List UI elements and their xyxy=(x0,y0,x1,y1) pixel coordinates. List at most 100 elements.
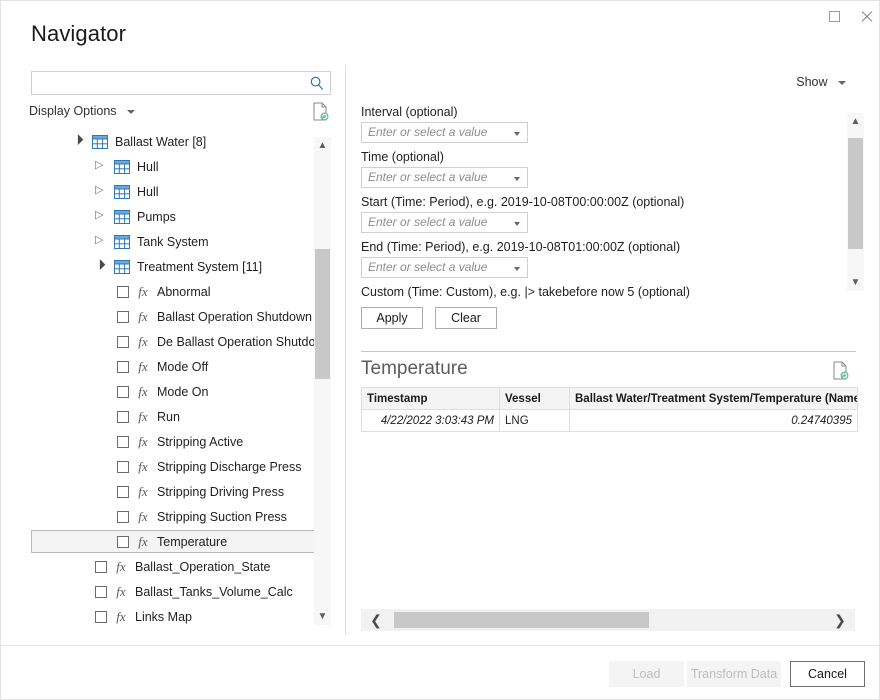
checkbox[interactable] xyxy=(117,361,129,373)
tree-item-treatment-system-11[interactable]: Treatment System [11] xyxy=(31,254,331,279)
tree-item-temperature[interactable]: fxTemperature xyxy=(31,530,331,553)
parameter-combobox-1[interactable]: Enter or select a value xyxy=(361,167,528,188)
scroll-up-icon[interactable]: ▲ xyxy=(314,137,331,154)
preview-hscrollbar[interactable]: ❮ ❯ xyxy=(361,609,855,631)
close-icon xyxy=(860,10,873,23)
search-icon[interactable] xyxy=(308,75,326,92)
refresh-document-icon[interactable] xyxy=(832,361,849,380)
chevron-right-icon[interactable] xyxy=(95,235,108,248)
chevron-down-icon[interactable] xyxy=(514,222,520,226)
tree-item-hull[interactable]: Hull xyxy=(31,179,331,204)
clear-button[interactable]: Clear xyxy=(435,307,497,329)
maximize-button[interactable] xyxy=(819,3,849,29)
tree-item-mode-on[interactable]: fxMode On xyxy=(31,379,331,404)
search-box[interactable] xyxy=(31,71,331,95)
scroll-down-icon[interactable]: ▼ xyxy=(847,274,864,291)
transform-data-button[interactable]: Transform Data xyxy=(687,661,781,687)
column-header-1[interactable]: Vessel xyxy=(500,388,570,410)
page-title: Navigator xyxy=(31,21,126,47)
checkbox[interactable] xyxy=(117,511,129,523)
preview-table: TimestampVesselBallast Water/Treatment S… xyxy=(361,387,858,432)
close-button[interactable] xyxy=(851,3,880,29)
parameters-scrollbar-thumb[interactable] xyxy=(848,138,863,249)
search-input[interactable] xyxy=(32,72,304,94)
tree-item-label: Ballast Water [8] xyxy=(115,135,206,149)
checkbox[interactable] xyxy=(95,611,107,623)
object-tree[interactable]: Ballast Water [8]HullHullPumpsTank Syste… xyxy=(31,129,331,629)
chevron-down-icon[interactable] xyxy=(514,267,520,271)
table-icon xyxy=(114,260,130,274)
tree-item-pumps[interactable]: Pumps xyxy=(31,204,331,229)
checkbox[interactable] xyxy=(117,336,129,348)
tree-item-ballast-operation-state[interactable]: fxBallast_Operation_State xyxy=(31,554,331,579)
cancel-button[interactable]: Cancel xyxy=(790,661,865,687)
tree-item-ballast-water-8[interactable]: Ballast Water [8] xyxy=(31,129,331,154)
display-options-menu[interactable]: Display Options xyxy=(29,104,135,118)
function-icon: fx xyxy=(136,484,150,500)
chevron-right-icon[interactable] xyxy=(95,210,108,223)
chevron-down-icon[interactable] xyxy=(514,177,520,181)
chevron-right-icon[interactable] xyxy=(95,185,108,198)
parameters-scrollbar[interactable]: ▲ ▼ xyxy=(847,113,864,291)
title-bar xyxy=(1,1,880,31)
parameter-combobox-3[interactable]: Enter or select a value xyxy=(361,257,528,278)
chevron-down-icon[interactable] xyxy=(73,135,86,148)
parameters-form: Interval (optional)Enter or select a val… xyxy=(361,105,831,329)
checkbox[interactable] xyxy=(95,561,107,573)
table-icon xyxy=(114,160,130,174)
column-header-0[interactable]: Timestamp xyxy=(362,388,500,410)
tree-item-stripping-driving-press[interactable]: fxStripping Driving Press xyxy=(31,479,331,504)
tree-item-links-map[interactable]: fxLinks Map xyxy=(31,604,331,629)
checkbox[interactable] xyxy=(117,486,129,498)
parameter-combobox-2[interactable]: Enter or select a value xyxy=(361,212,528,233)
checkbox[interactable] xyxy=(117,436,129,448)
parameter-label-4: Custom (Time: Custom), e.g. |> takebefor… xyxy=(361,285,831,299)
tree-item-stripping-suction-press[interactable]: fx Stripping Suction Press xyxy=(31,504,331,529)
preview-hscrollbar-thumb[interactable] xyxy=(394,612,649,628)
tree-item-stripping-active[interactable]: fxStripping Active xyxy=(31,429,331,454)
checkbox[interactable] xyxy=(95,586,107,598)
scroll-up-icon[interactable]: ▲ xyxy=(847,113,864,130)
load-button[interactable]: Load xyxy=(609,661,684,687)
navigator-dialog: Navigator Display Options Ballast Water … xyxy=(0,0,880,700)
tree-item-abnormal[interactable]: fxAbnormal xyxy=(31,279,331,304)
parameter-label-2: Start (Time: Period), e.g. 2019-10-08T00… xyxy=(361,195,831,209)
table-row[interactable]: 4/22/2022 3:03:43 PMLNG0.24740395 xyxy=(362,410,858,432)
function-icon: fx xyxy=(114,584,128,600)
show-menu[interactable]: Show xyxy=(796,75,846,89)
form-buttons: Apply Clear xyxy=(361,307,831,329)
tree-item-ballast-tanks-volume-calc[interactable]: fx Ballast_Tanks_Volume_Calc xyxy=(31,579,331,604)
chevron-down-icon[interactable] xyxy=(95,260,108,273)
tree-item-label: Ballast_Tanks_Volume_Calc xyxy=(135,585,293,599)
checkbox[interactable] xyxy=(117,386,129,398)
table-icon xyxy=(114,235,130,249)
scroll-down-icon[interactable]: ▼ xyxy=(314,608,331,625)
checkbox[interactable] xyxy=(117,411,129,423)
refresh-document-icon[interactable] xyxy=(312,102,329,121)
checkbox[interactable] xyxy=(117,286,129,298)
tree-scrollbar-thumb[interactable] xyxy=(315,249,330,379)
tree-item-hull[interactable]: Hull xyxy=(31,154,331,179)
tree-item-label: Tank System xyxy=(137,235,209,249)
chevron-right-icon[interactable] xyxy=(95,160,108,173)
apply-button[interactable]: Apply xyxy=(361,307,423,329)
column-header-2[interactable]: Ballast Water/Treatment System/Temperatu… xyxy=(570,388,858,410)
tree-item-label: Stripping Suction Press xyxy=(157,510,287,524)
tree-item-tank-system[interactable]: Tank System xyxy=(31,229,331,254)
chevron-left-icon[interactable]: ❮ xyxy=(365,609,387,631)
tree-item-mode-off[interactable]: fxMode Off xyxy=(31,354,331,379)
chevron-right-icon[interactable]: ❯ xyxy=(829,609,851,631)
table-header-row: TimestampVesselBallast Water/Treatment S… xyxy=(362,388,858,410)
tree-scrollbar[interactable]: ▲ ▼ xyxy=(314,137,331,625)
chevron-down-icon[interactable] xyxy=(514,132,520,136)
function-icon: fx xyxy=(136,509,150,525)
tree-item-de-ballast-operation-shutdown[interactable]: fxDe Ballast Operation Shutdown xyxy=(31,329,331,354)
checkbox[interactable] xyxy=(117,311,129,323)
parameter-combobox-0[interactable]: Enter or select a value xyxy=(361,122,528,143)
tree-item-stripping-discharge-press[interactable]: fxStripping Discharge Press xyxy=(31,454,331,479)
checkbox[interactable] xyxy=(117,536,129,548)
function-icon: fx xyxy=(136,534,150,550)
checkbox[interactable] xyxy=(117,461,129,473)
tree-item-ballast-operation-shutdown[interactable]: fxBallast Operation Shutdown xyxy=(31,304,331,329)
tree-item-run[interactable]: fxRun xyxy=(31,404,331,429)
